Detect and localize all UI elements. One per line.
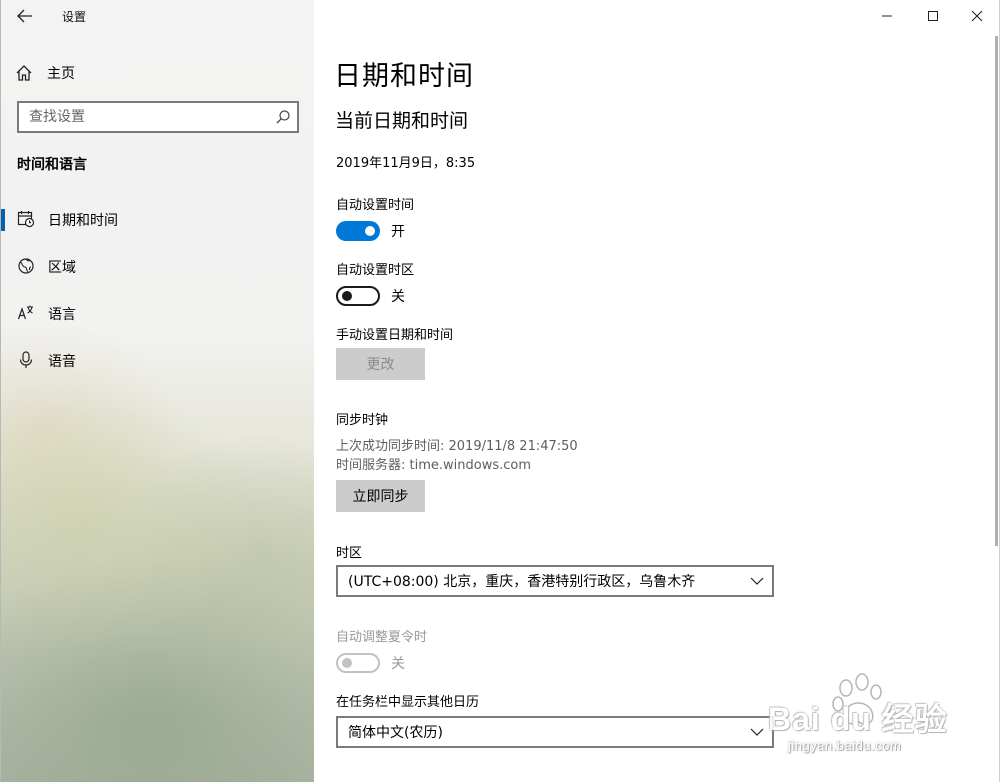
auto-timezone-toggle[interactable]	[336, 286, 380, 306]
auto-timezone-label: 自动设置时区	[336, 263, 415, 278]
sidebar-item-language[interactable]: 语言	[1, 295, 313, 331]
minimize-icon	[882, 15, 892, 17]
sidebar-item-label: 日期和时间	[48, 213, 118, 229]
calendar-clock-icon	[17, 211, 35, 228]
auto-timezone-row: 关	[336, 285, 405, 307]
app-title: 设置	[62, 10, 87, 24]
chevron-down-icon	[750, 728, 764, 736]
sync-now-button[interactable]: 立即同步	[336, 480, 425, 512]
close-button[interactable]	[954, 0, 1000, 32]
auto-time-state: 开	[391, 224, 405, 240]
close-icon	[971, 10, 983, 22]
dst-toggle[interactable]	[336, 653, 380, 673]
auto-time-row: 开	[336, 220, 405, 242]
toggle-knob	[342, 658, 352, 668]
sidebar-item-label: 语音	[48, 354, 76, 370]
timezone-dropdown[interactable]: (UTC+08:00) 北京，重庆，香港特别行政区，乌鲁木齐	[336, 565, 774, 597]
sidebar-item-speech[interactable]: 语音	[1, 342, 313, 378]
search-box[interactable]	[17, 101, 299, 133]
baidu-watermark: Bai du 经验 jingyan.baidu.com	[768, 672, 998, 762]
globe-icon	[18, 258, 34, 274]
calendar-dropdown[interactable]: 简体中文(农历)	[336, 716, 774, 748]
maximize-icon	[928, 11, 938, 21]
section-title: 时间和语言	[17, 157, 87, 173]
page-title: 日期和时间	[334, 61, 474, 92]
language-icon	[17, 305, 33, 320]
section-heading-current: 当前日期和时间	[335, 110, 469, 132]
main-panel: 日期和时间 当前日期和时间 2019年11月9日，8:35 自动设置时间 开 自…	[314, 0, 1000, 782]
timezone-label: 时区	[336, 546, 363, 561]
watermark-text: Bai du 经验	[768, 701, 948, 737]
sidebar-item-label: 区域	[48, 260, 76, 276]
search-input[interactable]	[19, 103, 259, 131]
home-label: 主页	[47, 66, 75, 82]
last-sync-time: 上次成功同步时间: 2019/11/8 21:47:50	[336, 439, 578, 454]
manual-datetime-label: 手动设置日期和时间	[336, 328, 454, 343]
active-indicator	[1, 209, 5, 231]
sidebar-item-label: 语言	[48, 307, 76, 323]
time-server: 时间服务器: time.windows.com	[336, 458, 532, 473]
scrollbar[interactable]	[995, 36, 998, 546]
auto-timezone-state: 关	[391, 289, 405, 305]
dst-state: 关	[391, 656, 405, 672]
toggle-knob	[365, 226, 375, 236]
change-button[interactable]: 更改	[336, 348, 425, 380]
calendar-value: 简体中文(农历)	[348, 725, 443, 741]
toggle-knob	[342, 291, 352, 301]
indicator-slot	[1, 303, 5, 325]
microphone-icon	[19, 351, 33, 368]
sidebar-item-region[interactable]: 区域	[1, 248, 313, 284]
back-arrow-icon	[17, 9, 32, 23]
auto-time-toggle[interactable]	[336, 221, 380, 241]
auto-time-label: 自动设置时间	[336, 198, 415, 213]
sidebar-item-date-time[interactable]: 日期和时间	[1, 201, 313, 237]
maximize-button[interactable]	[910, 0, 956, 32]
chevron-down-icon	[750, 577, 764, 585]
back-button[interactable]	[11, 5, 39, 27]
home-nav-item[interactable]: 主页	[15, 60, 295, 86]
dst-label: 自动调整夏令时	[336, 630, 428, 645]
indicator-slot	[1, 350, 5, 372]
minimize-button[interactable]	[864, 0, 910, 32]
dst-row: 关	[336, 652, 405, 674]
calendar-label: 在任务栏中显示其他日历	[336, 695, 480, 710]
indicator-slot	[1, 256, 5, 278]
sidebar: 设置 主页 时间和语言 日期和时间 区域	[0, 0, 314, 782]
home-icon	[16, 65, 32, 81]
watermark-url: jingyan.baidu.com	[788, 738, 902, 753]
timezone-value: (UTC+08:00) 北京，重庆，香港特别行政区，乌鲁木齐	[348, 574, 696, 590]
title-bar: 设置	[1, 0, 315, 32]
search-icon[interactable]	[275, 109, 291, 125]
sync-clock-title: 同步时钟	[336, 413, 389, 428]
current-datetime: 2019年11月9日，8:35	[336, 156, 476, 171]
